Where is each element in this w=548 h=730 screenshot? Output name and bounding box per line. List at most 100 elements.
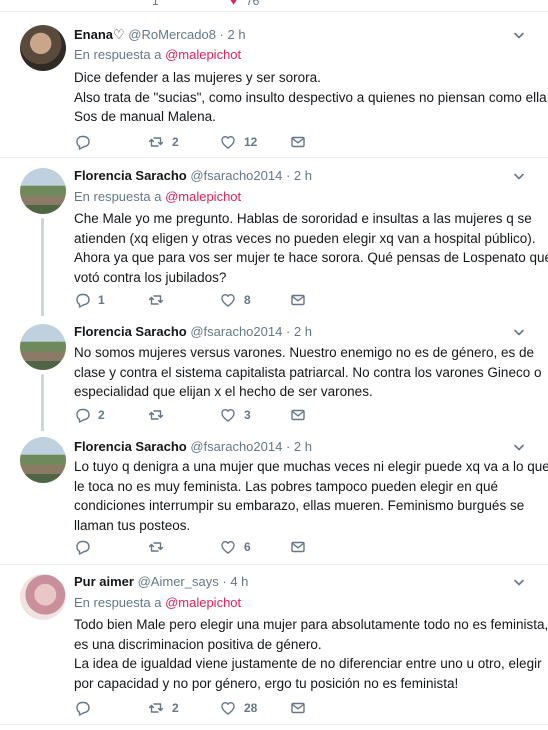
chevron-down-icon[interactable] xyxy=(512,28,526,42)
author-name[interactable]: Enana♡ xyxy=(74,27,125,42)
like-count: 6 xyxy=(244,540,251,554)
retweet-icon xyxy=(148,295,164,305)
tweet-timestamp[interactable]: 2 h xyxy=(294,324,312,339)
reply-mention-link[interactable]: @malepichot xyxy=(165,595,241,610)
reply-icon xyxy=(76,540,90,555)
tweet-text: No somos mujeres versus varones. Nuestro… xyxy=(74,345,542,399)
tweet-text: Dice defender a las mujeres y ser sorora… xyxy=(74,70,548,124)
reply-icon xyxy=(76,408,90,423)
author-handle[interactable]: @fsaracho2014 xyxy=(190,324,282,339)
previous-like-count: 76 xyxy=(246,0,260,8)
like-count: 8 xyxy=(244,293,251,307)
reply-count: 2 xyxy=(98,408,105,422)
heart-icon xyxy=(221,702,235,715)
tweet-enana[interactable]: Enana♡ @RoMercado8 · 2 h En respuesta a … xyxy=(0,13,548,158)
reply-mention-link[interactable]: @malepichot xyxy=(165,189,241,204)
avatar[interactable] xyxy=(20,574,66,620)
reply-context: En respuesta a @malepichot xyxy=(74,189,242,204)
avatar[interactable] xyxy=(20,168,66,214)
avatar[interactable] xyxy=(20,324,66,370)
retweet-count: 2 xyxy=(172,135,179,149)
like-button[interactable]: 8 xyxy=(220,291,251,309)
reply-icon xyxy=(76,701,90,716)
avatar[interactable] xyxy=(20,25,66,71)
tweet-actions: 1 8 xyxy=(74,291,494,309)
reply-icon xyxy=(76,135,90,150)
envelope-icon xyxy=(291,136,305,148)
reply-count: 1 xyxy=(98,293,105,307)
author-name[interactable]: Florencia Saracho xyxy=(74,168,187,183)
author-handle[interactable]: @RoMercado8 xyxy=(128,27,216,42)
author-name[interactable]: Pur aimer xyxy=(74,574,134,589)
envelope-icon xyxy=(291,702,305,714)
envelope-icon xyxy=(291,541,305,553)
retweet-icon xyxy=(148,410,164,420)
author-name[interactable]: Florencia Saracho xyxy=(74,324,187,339)
avatar[interactable] xyxy=(20,437,66,483)
retweet-button[interactable] xyxy=(148,538,164,556)
direct-message-button[interactable] xyxy=(290,699,306,717)
reply-button[interactable] xyxy=(74,133,90,151)
previous-retweet-count: 1 xyxy=(152,0,159,8)
tweet-timestamp[interactable]: 2 h xyxy=(294,168,312,183)
tweet-text: Lo tuyo q denigra a una mujer que muchas… xyxy=(74,459,548,533)
chevron-down-icon[interactable] xyxy=(512,325,526,339)
reply-icon xyxy=(76,293,90,308)
envelope-icon xyxy=(291,409,305,421)
retweet-icon xyxy=(148,703,164,713)
tweet-actions: 2 12 xyxy=(74,133,494,151)
tweet-timestamp[interactable]: 2 h xyxy=(228,27,246,42)
retweet-button[interactable] xyxy=(148,406,164,424)
retweet-button[interactable]: 2 xyxy=(148,133,179,151)
previous-tweet-fragment: 1 ♥ 76 xyxy=(0,0,548,12)
heart-icon xyxy=(221,541,235,554)
tweet-timestamp[interactable]: 2 h xyxy=(294,439,312,454)
tweet-actions: 6 xyxy=(74,538,494,556)
author-handle[interactable]: @fsaracho2014 xyxy=(190,439,282,454)
reply-context: En respuesta a @malepichot xyxy=(74,595,242,610)
like-count: 28 xyxy=(244,701,258,715)
tweet-florencia-1[interactable]: Florencia Saracho @fsaracho2014 · 2 h En… xyxy=(0,158,548,328)
chevron-down-icon[interactable] xyxy=(512,169,526,183)
chevron-down-icon[interactable] xyxy=(512,440,526,454)
like-count: 12 xyxy=(244,135,258,149)
tweet-actions: 2 28 xyxy=(74,699,494,717)
tweet-actions: 2 3 xyxy=(74,406,494,424)
tweet-florencia-2[interactable]: Florencia Saracho @fsaracho2014 · 2 h No… xyxy=(0,316,548,444)
tweet-text: Todo bien Male pero elegir una mujer par… xyxy=(74,617,548,691)
author-name[interactable]: Florencia Saracho xyxy=(74,439,187,454)
direct-message-button[interactable] xyxy=(290,406,306,424)
reply-button[interactable] xyxy=(74,538,90,556)
tweet-text: Che Male yo me pregunto. Hablas de soror… xyxy=(74,211,548,285)
direct-message-button[interactable] xyxy=(290,133,306,151)
envelope-icon xyxy=(291,294,305,306)
retweet-icon xyxy=(148,542,164,552)
like-button[interactable]: 12 xyxy=(220,133,257,151)
author-handle[interactable]: @Aimer_says xyxy=(138,574,219,589)
heart-icon xyxy=(221,294,235,307)
thread-connector xyxy=(41,218,44,328)
like-count: 3 xyxy=(244,408,251,422)
reply-button[interactable] xyxy=(74,699,90,717)
direct-message-button[interactable] xyxy=(290,291,306,309)
tweet-pur-aimer[interactable]: Pur aimer @Aimer_says · 4 h En respuesta… xyxy=(0,565,548,725)
reply-button[interactable]: 1 xyxy=(74,291,105,309)
retweet-button[interactable]: 2 xyxy=(148,699,179,717)
tweet-timestamp[interactable]: 4 h xyxy=(230,574,248,589)
tweet-florencia-3[interactable]: Florencia Saracho @fsaracho2014 · 2 h Lo… xyxy=(0,431,548,565)
retweet-button[interactable] xyxy=(148,291,164,309)
previous-like-heart-icon: ♥ xyxy=(230,0,238,8)
retweet-icon xyxy=(148,137,164,147)
chevron-down-icon[interactable] xyxy=(512,575,526,589)
reply-context: En respuesta a @malepichot xyxy=(74,47,242,62)
retweet-count: 2 xyxy=(172,701,179,715)
heart-icon xyxy=(221,409,235,422)
like-button[interactable]: 28 xyxy=(220,699,257,717)
heart-icon xyxy=(221,135,235,149)
like-button[interactable]: 3 xyxy=(220,406,251,424)
reply-mention-link[interactable]: @malepichot xyxy=(165,47,241,62)
author-handle[interactable]: @fsaracho2014 xyxy=(190,168,282,183)
reply-button[interactable]: 2 xyxy=(74,406,105,424)
like-button[interactable]: 6 xyxy=(220,538,251,556)
direct-message-button[interactable] xyxy=(290,538,306,556)
